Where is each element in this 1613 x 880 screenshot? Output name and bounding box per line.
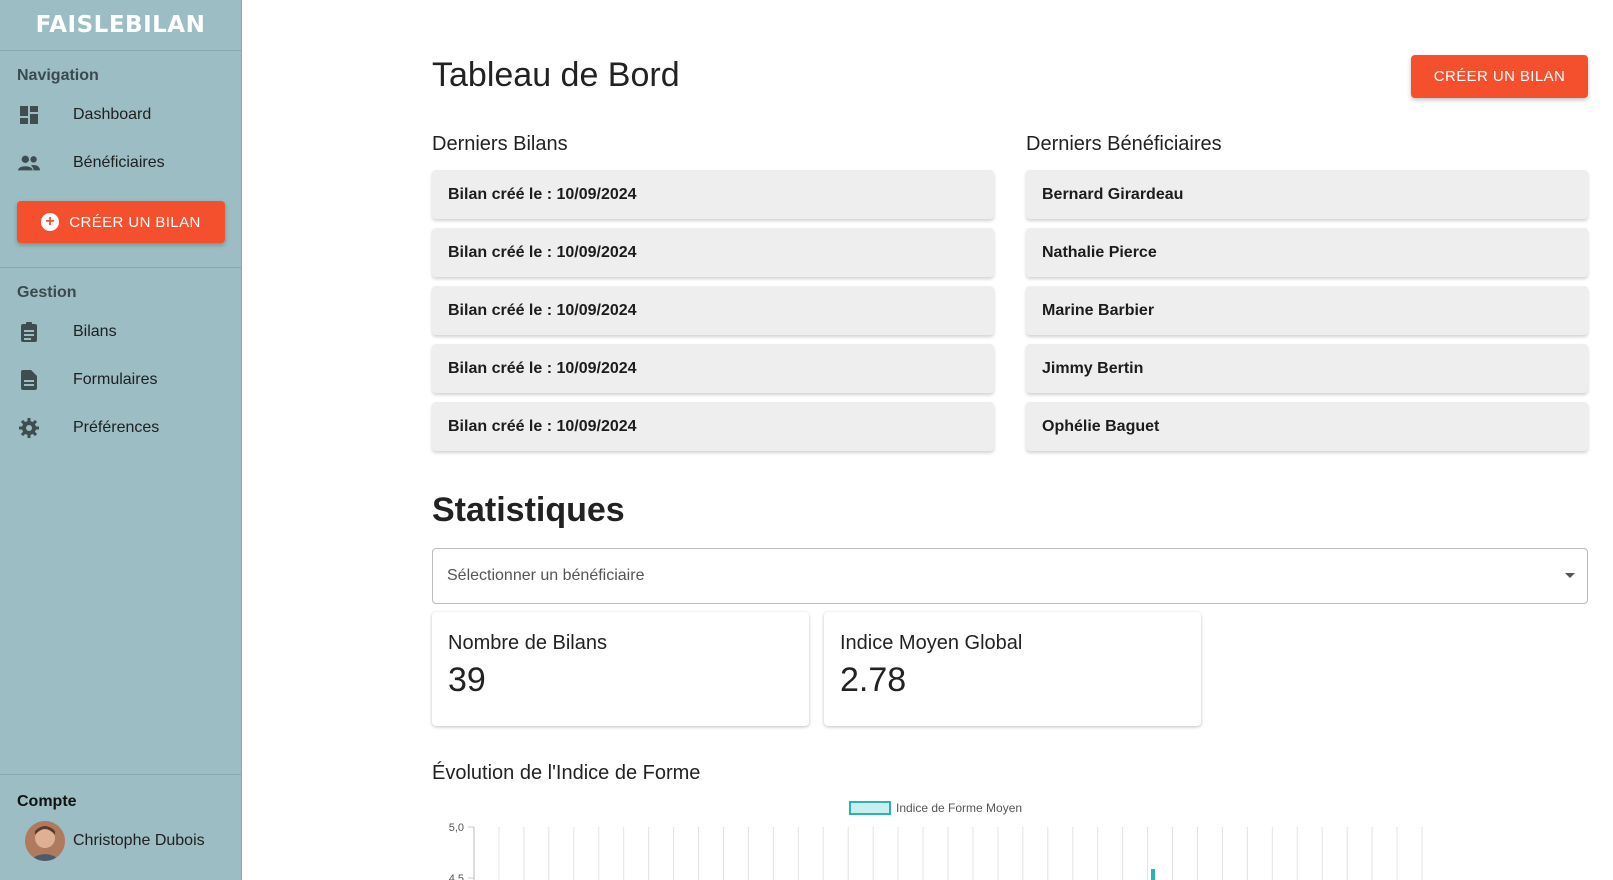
statistics-title: Statistiques [432, 491, 625, 529]
list-item[interactable]: Bernard Girardeau [1026, 170, 1588, 219]
list-item[interactable]: Jimmy Bertin [1026, 344, 1588, 393]
stat-card-bilans-count: Nombre de Bilans 39 [432, 612, 809, 726]
sidebar-item-label: Dashboard [73, 106, 152, 123]
people-icon [18, 152, 40, 174]
latest-beneficiaires-title: Derniers Bénéficiaires [1026, 133, 1222, 155]
sidebar-item-label: Bénéficiaires [73, 154, 165, 171]
gear-icon [18, 417, 40, 439]
latest-bilans-list: Bilan créé le : 10/09/2024 Bilan créé le… [432, 170, 994, 460]
create-bilan-button[interactable]: CRÉER UN BILAN [1411, 55, 1588, 98]
legend-swatch [849, 801, 891, 815]
stat-card-global-index: Indice Moyen Global 2.78 [824, 612, 1201, 726]
user-profile[interactable]: Christophe Dubois [0, 821, 241, 861]
list-item[interactable]: Bilan créé le : 10/09/2024 [432, 402, 994, 451]
user-name: Christophe Dubois [73, 832, 205, 849]
list-item[interactable]: Bilan créé le : 10/09/2024 [432, 344, 994, 393]
main-content: Tableau de Bord CRÉER UN BILAN Derniers … [432, 0, 1588, 880]
logo-text: FAISLEBILAN [35, 12, 206, 38]
add-circle-icon: + [41, 213, 60, 231]
sidebar-item-label: Formulaires [73, 371, 158, 388]
sidebar: FAISLEBILAN Navigation Dashboard Bénéfic… [0, 0, 242, 880]
sidebar-item-dashboard[interactable]: Dashboard [0, 91, 241, 139]
sidebar-item-preferences[interactable]: Préférences [0, 404, 241, 452]
navigation-section-title: Navigation [17, 67, 99, 84]
list-item[interactable]: Bilan créé le : 10/09/2024 [432, 228, 994, 277]
list-item[interactable]: Nathalie Pierce [1026, 228, 1588, 277]
list-item[interactable]: Marine Barbier [1026, 286, 1588, 335]
sidebar-item-label: Bilans [73, 323, 117, 340]
select-placeholder: Sélectionner un bénéficiaire [447, 567, 645, 584]
latest-bilans-title: Derniers Bilans [432, 133, 568, 155]
list-item[interactable]: Bilan créé le : 10/09/2024 [432, 170, 994, 219]
stat-label: Indice Moyen Global [840, 632, 1023, 654]
dashboard-icon [18, 104, 40, 126]
sidebar-item-label: Préférences [73, 419, 160, 436]
account-section-title: Compte [17, 793, 77, 810]
legend-label: Indice de Forme Moyen [896, 801, 1022, 815]
sidebar-item-formulaires[interactable]: Formulaires [0, 356, 241, 404]
fitness-index-chart: Indice de Forme Moyen 5,0 4,5 [449, 801, 1423, 880]
sidebar-item-bilans[interactable]: Bilans [0, 308, 241, 356]
stat-label: Nombre de Bilans [448, 632, 607, 654]
app-logo[interactable]: FAISLEBILAN [0, 0, 241, 51]
stat-value: 2.78 [840, 661, 907, 699]
document-icon [18, 369, 40, 391]
page-title: Tableau de Bord [432, 56, 680, 94]
sidebar-item-beneficiaires[interactable]: Bénéficiaires [0, 139, 241, 187]
latest-beneficiaires-list: Bernard Girardeau Nathalie Pierce Marine… [1026, 170, 1588, 460]
sidebar-create-bilan-label: CRÉER UN BILAN [69, 213, 201, 231]
chart-title: Évolution de l'Indice de Forme [432, 762, 701, 784]
account-section: Compte Christophe Dubois [0, 774, 241, 880]
list-item[interactable]: Bilan créé le : 10/09/2024 [432, 286, 994, 335]
y-tick-label: 5,0 [449, 822, 464, 834]
list-item[interactable]: Ophélie Baguet [1026, 402, 1588, 451]
beneficiaire-select[interactable]: Sélectionner un bénéficiaire [432, 548, 1588, 604]
clipboard-icon [18, 321, 40, 343]
series-marker [1151, 869, 1155, 880]
avatar [25, 821, 65, 861]
sidebar-create-bilan-button[interactable]: + CRÉER UN BILAN [17, 201, 225, 243]
gestion-section-title: Gestion [17, 284, 77, 301]
chevron-down-icon [1565, 573, 1575, 578]
stat-value: 39 [448, 661, 486, 699]
y-tick-label: 4,5 [449, 873, 464, 880]
